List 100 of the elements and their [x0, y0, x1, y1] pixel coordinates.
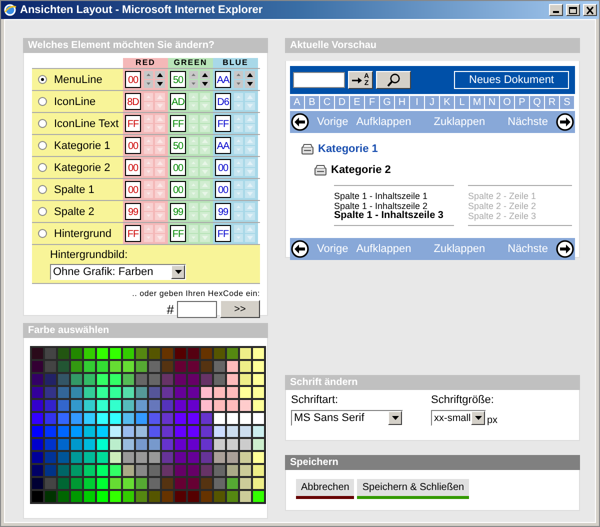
color-swatch[interactable]	[122, 373, 135, 386]
color-swatch[interactable]	[44, 464, 57, 477]
color-swatch[interactable]	[226, 360, 239, 373]
color-swatch[interactable]	[174, 412, 187, 425]
letter-tab[interactable]: F	[365, 96, 379, 109]
color-swatch[interactable]	[213, 464, 226, 477]
color-swatch[interactable]	[200, 490, 213, 503]
color-swatch[interactable]	[174, 373, 187, 386]
color-swatch[interactable]	[135, 386, 148, 399]
color-swatch[interactable]	[122, 438, 135, 451]
category-link[interactable]: Kategorie 2	[331, 164, 391, 176]
color-swatch[interactable]	[44, 360, 57, 373]
hex-value-field[interactable]: 50	[170, 137, 186, 154]
color-swatch[interactable]	[44, 386, 57, 399]
color-swatch[interactable]	[226, 477, 239, 490]
color-swatch[interactable]	[96, 438, 109, 451]
color-swatch[interactable]	[200, 451, 213, 464]
color-swatch[interactable]	[239, 412, 252, 425]
color-swatch[interactable]	[239, 464, 252, 477]
color-swatch[interactable]	[213, 360, 226, 373]
color-swatch[interactable]	[96, 425, 109, 438]
hex-value-field[interactable]: FF	[215, 225, 231, 242]
color-swatch[interactable]	[187, 425, 200, 438]
hex-value-field[interactable]: 00	[125, 159, 141, 176]
color-swatch[interactable]	[213, 386, 226, 399]
color-swatch[interactable]	[148, 477, 161, 490]
category-link[interactable]: Kategorie 1	[318, 143, 378, 155]
hex-value-field[interactable]: 00	[170, 181, 186, 198]
hex-value-field[interactable]: 8D	[125, 93, 141, 110]
letter-tab[interactable]: L	[455, 96, 469, 109]
letter-tab[interactable]: D	[335, 96, 349, 109]
color-swatch[interactable]	[161, 425, 174, 438]
hex-value-field[interactable]: 00	[125, 137, 141, 154]
color-swatch[interactable]	[122, 399, 135, 412]
color-swatch[interactable]	[57, 438, 70, 451]
color-swatch[interactable]	[44, 347, 57, 360]
color-swatch[interactable]	[135, 438, 148, 451]
letter-tab[interactable]: R	[545, 96, 559, 109]
close-button[interactable]	[583, 4, 597, 16]
color-swatch[interactable]	[57, 360, 70, 373]
color-swatch[interactable]	[161, 464, 174, 477]
color-swatch[interactable]	[31, 451, 44, 464]
hex-value-field[interactable]: FF	[125, 225, 141, 242]
letter-tab[interactable]: G	[380, 96, 394, 109]
color-swatch[interactable]	[174, 464, 187, 477]
color-swatch[interactable]	[44, 490, 57, 503]
color-swatch[interactable]	[187, 347, 200, 360]
color-swatch[interactable]	[109, 490, 122, 503]
letter-tab[interactable]: E	[350, 96, 364, 109]
color-swatch[interactable]	[226, 438, 239, 451]
color-swatch[interactable]	[57, 477, 70, 490]
color-swatch[interactable]	[187, 373, 200, 386]
color-swatch[interactable]	[83, 373, 96, 386]
hex-input-field[interactable]	[177, 300, 217, 318]
color-swatch[interactable]	[187, 386, 200, 399]
color-swatch[interactable]	[122, 464, 135, 477]
color-swatch[interactable]	[57, 425, 70, 438]
color-swatch[interactable]	[174, 438, 187, 451]
color-swatch[interactable]	[57, 412, 70, 425]
color-swatch[interactable]	[31, 347, 44, 360]
color-swatch[interactable]	[122, 347, 135, 360]
color-swatch[interactable]	[70, 347, 83, 360]
color-swatch[interactable]	[148, 451, 161, 464]
letter-tab[interactable]: I	[410, 96, 424, 109]
color-swatch[interactable]	[135, 347, 148, 360]
color-swatch[interactable]	[161, 477, 174, 490]
size-dropdown[interactable]: xx-small	[431, 410, 486, 426]
color-swatch[interactable]	[44, 412, 57, 425]
color-swatch[interactable]	[122, 477, 135, 490]
color-swatch[interactable]	[83, 412, 96, 425]
color-swatch[interactable]	[109, 360, 122, 373]
color-swatch[interactable]	[83, 425, 96, 438]
color-swatch[interactable]	[96, 490, 109, 503]
color-swatch[interactable]	[70, 451, 83, 464]
letter-tab[interactable]: K	[440, 96, 454, 109]
color-swatch[interactable]	[213, 399, 226, 412]
hex-value-field[interactable]: FF	[125, 115, 141, 132]
color-swatch[interactable]	[252, 399, 265, 412]
color-swatch[interactable]	[174, 490, 187, 503]
color-swatch[interactable]	[148, 412, 161, 425]
color-swatch[interactable]	[252, 373, 265, 386]
radio-button[interactable]	[38, 207, 47, 216]
color-swatch[interactable]	[83, 386, 96, 399]
color-swatch[interactable]	[239, 490, 252, 503]
color-swatch[interactable]	[200, 425, 213, 438]
color-swatch[interactable]	[70, 373, 83, 386]
hex-value-field[interactable]: FF	[170, 115, 186, 132]
color-swatch[interactable]	[161, 451, 174, 464]
spinner-buttons[interactable]	[189, 71, 210, 88]
color-swatch[interactable]	[122, 386, 135, 399]
color-swatch[interactable]	[57, 386, 70, 399]
hex-value-field[interactable]: 00	[215, 181, 231, 198]
color-swatch[interactable]	[200, 399, 213, 412]
color-swatch[interactable]	[213, 477, 226, 490]
color-swatch[interactable]	[44, 451, 57, 464]
color-swatch[interactable]	[70, 399, 83, 412]
color-swatch[interactable]	[31, 425, 44, 438]
color-swatch[interactable]	[213, 438, 226, 451]
color-swatch[interactable]	[161, 412, 174, 425]
color-swatch[interactable]	[252, 464, 265, 477]
